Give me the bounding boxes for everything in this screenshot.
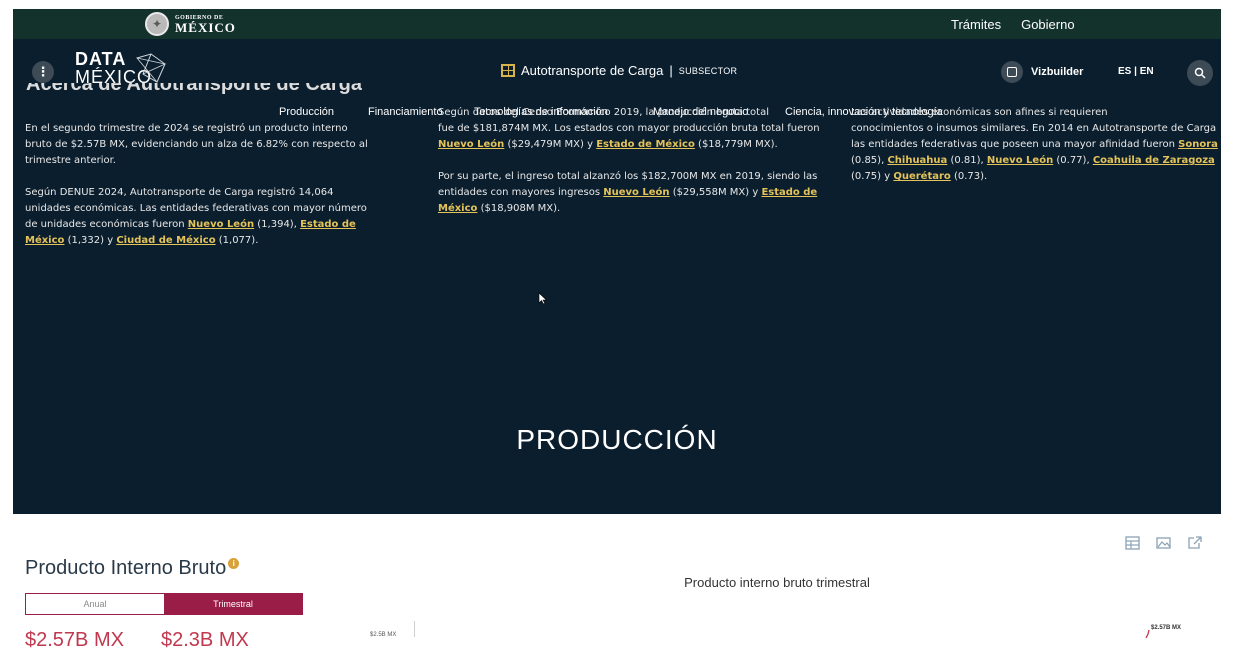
national-seal-icon: ✦ (145, 12, 169, 36)
vizbuilder-label: Vizbuilder (1031, 66, 1084, 78)
link-estado-de-mexico[interactable]: Estado de México (596, 139, 695, 150)
about-column-1: En el segundo trimestre de 2024 se regis… (25, 121, 375, 265)
link-queretaro[interactable]: Querétaro (893, 171, 950, 182)
link-nuevo-leon[interactable]: Nuevo León (603, 187, 669, 198)
period-toggle: Anual Trimestral (25, 593, 303, 615)
table-view-icon[interactable] (1125, 536, 1140, 550)
denue-summary-text: Según DENUE 2024, Autotransporte de Carg… (25, 187, 367, 246)
y-axis-line (414, 621, 415, 637)
link-ciudad-de-mexico[interactable]: Ciudad de México (116, 235, 215, 246)
building-icon (501, 64, 515, 77)
tramites-link[interactable]: Trámites (951, 17, 1001, 32)
subsector-title-group: Autotransporte de Carga | SUBSECTOR (501, 63, 737, 78)
network-mark-icon (135, 53, 167, 83)
toggle-trimestral[interactable]: Trimestral (164, 594, 302, 614)
chart-end-label: $2.57B MX (1151, 625, 1182, 631)
section-title-produccion: PRODUCCIÓN (516, 424, 718, 455)
tab-financiamiento[interactable]: Financiamiento (368, 106, 443, 118)
about-column-3: Las actividades económicas son afines si… (851, 107, 1219, 201)
link-sonora[interactable]: Sonora (1178, 139, 1218, 150)
toggle-anual[interactable]: Anual (26, 594, 164, 614)
subsector-kind: SUBSECTOR (678, 65, 738, 76)
link-chihuahua[interactable]: Chihuahua (887, 155, 947, 166)
share-external-icon[interactable] (1187, 536, 1202, 550)
image-download-icon[interactable] (1156, 536, 1171, 550)
subsector-separator: | (669, 63, 673, 78)
page-frame: ✦ GOBIERNO DE MÉXICO Trámites Gobierno ⋮… (13, 9, 1221, 651)
link-coahuila[interactable]: Coahuila de Zaragoza (1093, 155, 1215, 166)
language-switch[interactable]: ES | EN (1118, 66, 1154, 77)
vizbuilder-icon (1001, 61, 1023, 83)
link-nuevo-leon[interactable]: Nuevo León (987, 155, 1053, 166)
pib-title: Producto Interno Bruto i (25, 557, 240, 580)
vizbuilder-link[interactable]: Vizbuilder (1001, 61, 1083, 83)
y-axis-tick-label: $2.5B MX (370, 632, 397, 638)
afinidad-lead-text: Las actividades económicas son afines si… (851, 107, 1108, 118)
gov-logo-big-text: MÉXICO (175, 19, 236, 35)
tab-produccion[interactable]: Producción (279, 106, 334, 118)
censo-lead-text: Según datos del Censo Económico 2019, la… (438, 107, 769, 118)
about-column-2: Según datos del Censo Económico 2019, la… (438, 107, 828, 233)
ingreso-total-text: Por su parte, el ingreso total alzanzó l… (438, 171, 818, 214)
pib-current-value: $2.57B MX (25, 629, 124, 651)
about-heading: Acerca de Autotransporte de Carga (26, 83, 363, 95)
data-mexico-logo[interactable]: DATA MÉXICO (75, 50, 167, 86)
subsector-title: Autotransporte de Carga (521, 63, 664, 78)
pib-summary-text: En el segundo trimestre de 2024 se regis… (25, 123, 368, 166)
link-nuevo-leon[interactable]: Nuevo León (188, 219, 254, 230)
produccion-bruta-text: fue de $181,874M MX. Los estados con may… (438, 123, 820, 150)
search-icon (1194, 67, 1206, 79)
pib-previous-value: $2.3B MX (161, 629, 249, 651)
menu-button[interactable]: ⋮ (32, 61, 54, 83)
government-bar: ✦ GOBIERNO DE MÉXICO Trámites Gobierno (13, 9, 1221, 39)
profile-header-section: ⋮ DATA MÉXICO Autotransporte de Carga | … (13, 39, 1221, 514)
link-nuevo-leon[interactable]: Nuevo León (438, 139, 504, 150)
search-button[interactable] (1187, 60, 1213, 86)
gobierno-mexico-logo[interactable]: ✦ GOBIERNO DE MÉXICO (145, 12, 236, 36)
afinidad-text: conocimientos o insumos similares. En 20… (851, 123, 1218, 182)
gobierno-link[interactable]: Gobierno (1021, 17, 1074, 32)
info-icon[interactable]: i (228, 558, 240, 570)
mouse-cursor-icon (538, 292, 548, 305)
chart-title: Producto interno bruto trimestral (684, 575, 870, 590)
chart-toolbar (1125, 536, 1202, 550)
